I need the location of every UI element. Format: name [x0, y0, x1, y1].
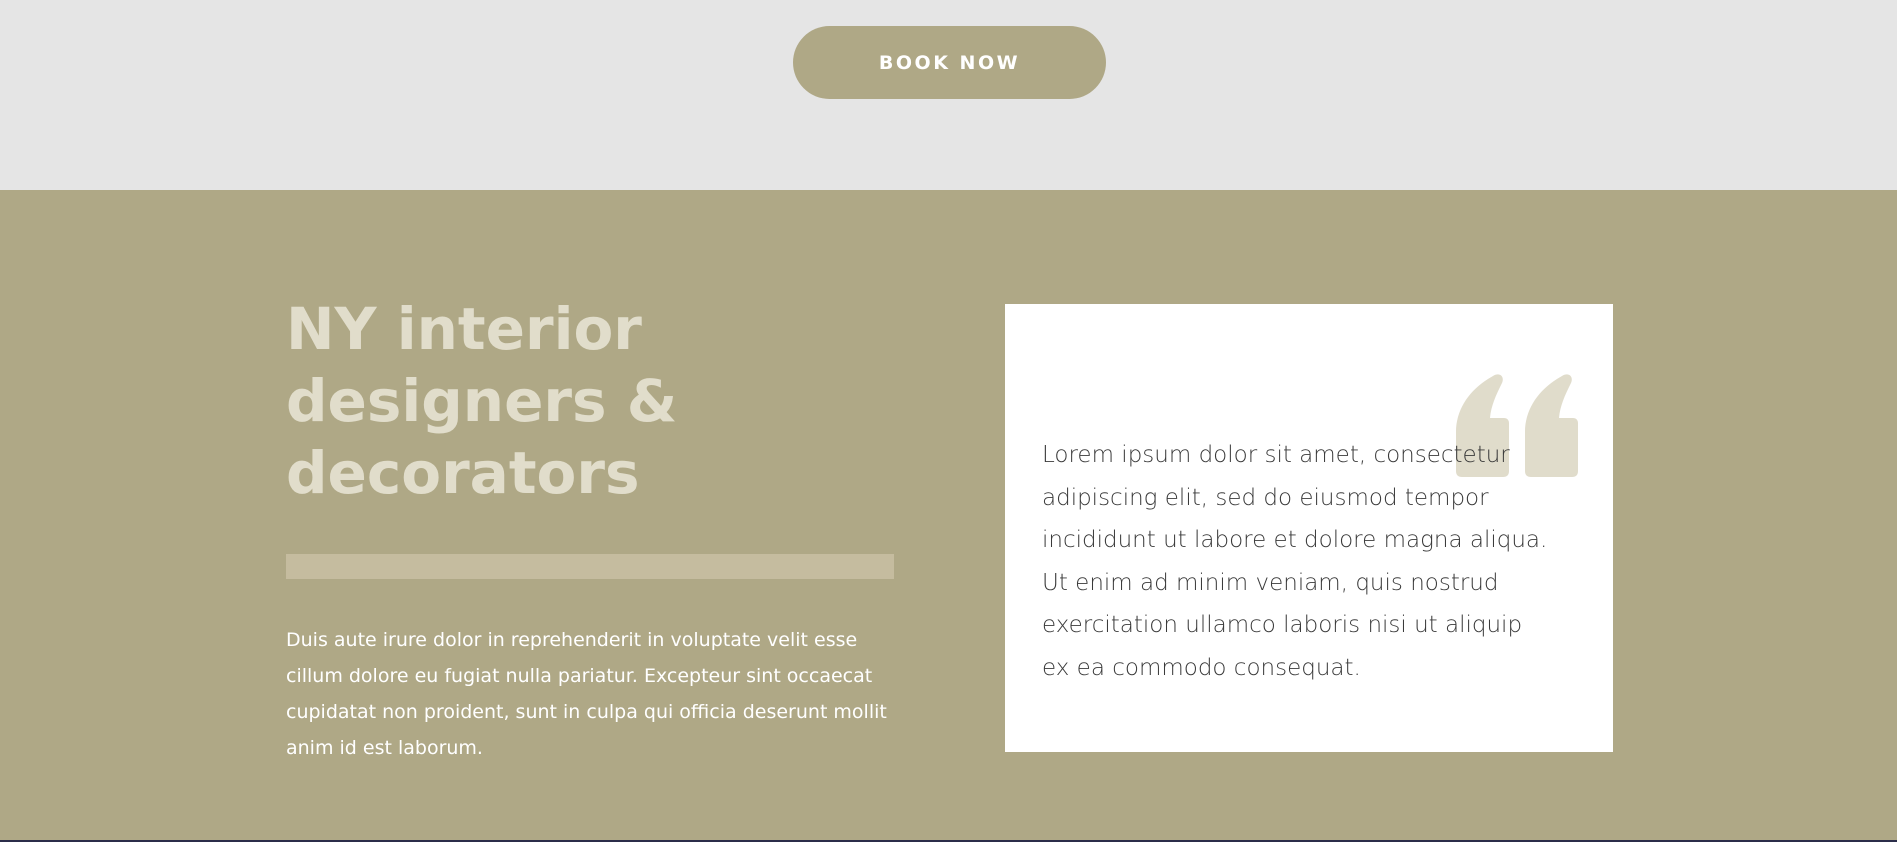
headline-divider [286, 554, 894, 579]
quote-line: incididunt ut labore et dolore magna ali… [1042, 527, 1548, 553]
quote-line: exercitation ullamco laboris nisi ut ali… [1042, 612, 1523, 638]
testimonial-text: Lorem ipsum dolor sit amet, consectetur … [1042, 434, 1562, 689]
quote-line: Lorem ipsum dolor sit amet, consectetur [1042, 442, 1510, 468]
headline-line: designers & [286, 367, 678, 435]
quote-line: Ut enim ad minim veniam, quis nostrud [1042, 569, 1499, 596]
quote-line: ex ea commodo consequat. [1042, 654, 1361, 681]
body-line: cillum dolore eu fugiat nulla pariatur. … [286, 665, 873, 687]
section-headline: NY interior designers & decorators [286, 293, 906, 509]
headline-line: decorators [286, 439, 640, 507]
body-line: Duis aute irure dolor in reprehenderit i… [286, 629, 858, 651]
quote-line: adipiscing elit, sed do eiusmod tempor [1042, 484, 1489, 511]
body-line: cupidatat non proident, sunt in culpa qu… [286, 701, 887, 723]
book-now-button[interactable]: BOOK NOW [793, 26, 1106, 99]
headline-line: NY interior [286, 295, 642, 363]
section-body-text: Duis aute irure dolor in reprehenderit i… [286, 622, 906, 766]
body-line: anim id est laborum. [286, 737, 483, 759]
